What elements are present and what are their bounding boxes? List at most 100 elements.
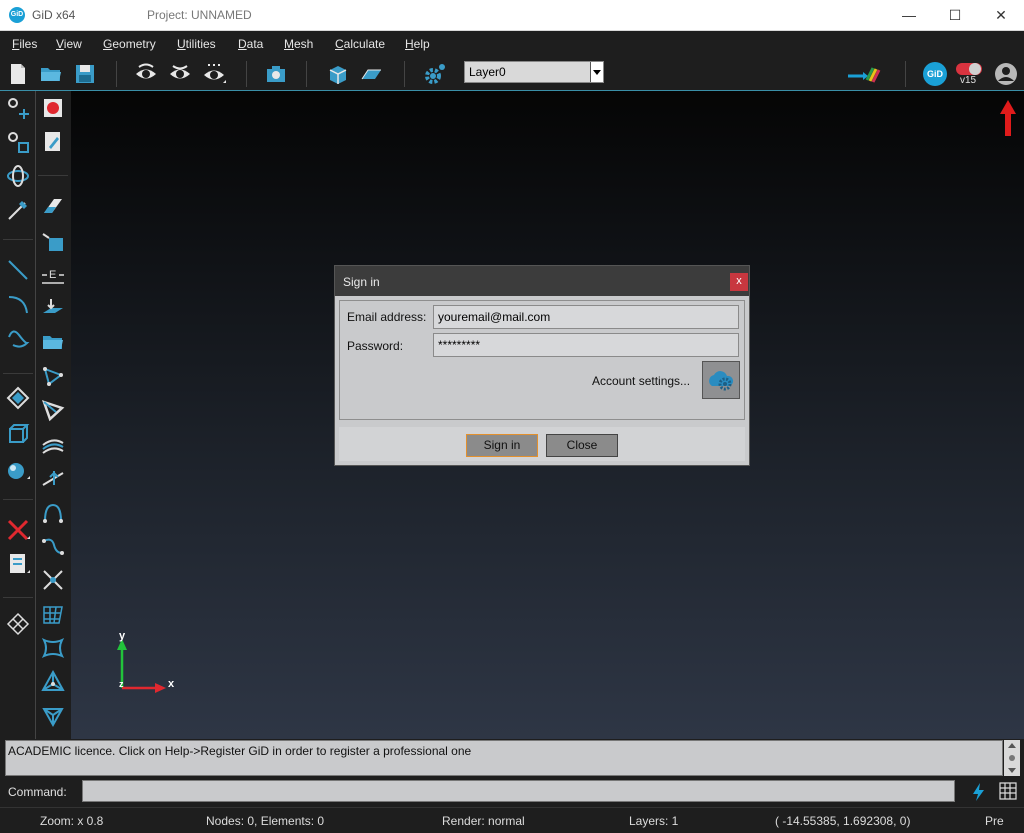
new-file-icon[interactable]: [5, 61, 31, 87]
toolbar-separator: [306, 61, 307, 87]
close-dialog-button[interactable]: Close: [546, 434, 618, 457]
menu-data[interactable]: Data: [238, 37, 263, 51]
tetra-icon[interactable]: [40, 397, 66, 423]
menu-utilities[interactable]: Utilities: [177, 37, 216, 51]
create-volume-icon[interactable]: [5, 421, 31, 447]
list-entities-icon[interactable]: [5, 551, 31, 577]
view-options-icon[interactable]: [201, 61, 227, 87]
toolbox-separator: [3, 499, 33, 500]
create-point-icon[interactable]: [5, 95, 31, 121]
close-window-button[interactable]: ✕: [978, 0, 1024, 31]
menu-files[interactable]: Files: [12, 37, 37, 51]
gid-logo-icon: GiD: [9, 7, 25, 23]
create-arc-icon[interactable]: [5, 291, 31, 317]
chevron-down-icon[interactable]: [590, 62, 603, 82]
command-label: Command:: [8, 785, 67, 799]
spline-icon[interactable]: [40, 533, 66, 559]
camera-icon[interactable]: [263, 61, 289, 87]
axis-y-label: y: [119, 630, 126, 642]
password-field[interactable]: [433, 333, 739, 357]
edit-line-icon[interactable]: [5, 197, 31, 223]
sign-in-button[interactable]: Sign in: [466, 434, 538, 457]
surface-patch-icon[interactable]: [40, 635, 66, 661]
menu-accel: D: [238, 37, 247, 51]
delete-icon[interactable]: [5, 517, 31, 543]
edit-document-icon[interactable]: [40, 129, 66, 155]
maximize-button[interactable]: ☐: [932, 0, 978, 31]
password-label: Password:: [347, 339, 404, 353]
curve-nodes-icon[interactable]: [40, 499, 66, 525]
message-scrollbar[interactable]: [1004, 740, 1020, 776]
surface-grid-icon[interactable]: [40, 601, 66, 627]
toolbox-separator: [3, 597, 33, 598]
gid-badge-icon[interactable]: GiD: [923, 62, 947, 86]
layer-select-value: Layer0: [469, 65, 506, 79]
layer-select[interactable]: Layer0: [464, 61, 604, 83]
menu-view[interactable]: View: [56, 37, 82, 51]
edit-entity-icon[interactable]: E: [40, 261, 66, 287]
sign-in-form: Email address: Password: Account setting…: [339, 300, 745, 420]
toolbar-separator: [116, 61, 117, 87]
menu-geometry[interactable]: Geometry: [103, 37, 156, 51]
mesh-icon[interactable]: [5, 611, 31, 637]
open-folder-icon[interactable]: [40, 329, 66, 355]
transfer-rainbow-icon[interactable]: [846, 61, 884, 87]
svg-text:E: E: [49, 269, 56, 281]
volume-tetra-icon[interactable]: [40, 669, 66, 695]
dialog-close-icon[interactable]: x: [730, 273, 748, 291]
mode-status[interactable]: Pre: [985, 814, 1004, 828]
surface-flag-icon[interactable]: [40, 229, 66, 255]
menu-mesh[interactable]: Mesh: [284, 37, 313, 51]
menu-accel: C: [335, 37, 344, 51]
cloud-settings-icon: [709, 371, 734, 391]
command-input[interactable]: [82, 780, 955, 802]
open-folder-icon[interactable]: [38, 61, 64, 87]
preferences-gear-icon[interactable]: [421, 61, 447, 87]
rotate-view-icon[interactable]: [133, 61, 159, 87]
menu-calculate[interactable]: Calculate: [335, 37, 385, 51]
user-account-icon[interactable]: [993, 61, 1019, 87]
pan-view-icon[interactable]: [167, 61, 193, 87]
email-field[interactable]: [433, 305, 739, 329]
eraser-icon[interactable]: [40, 193, 66, 219]
toolbox-column-separator: [35, 91, 36, 739]
menu-label: ata: [246, 37, 264, 51]
zoom-status: Zoom: x 0.8: [40, 814, 104, 828]
menu-label: eometry: [112, 37, 156, 51]
save-icon[interactable]: [72, 61, 98, 87]
message-log[interactable]: ACADEMIC licence. Click on Help->Registe…: [5, 740, 1003, 776]
axis-z-label: z: [119, 679, 124, 689]
version-label: v15: [960, 75, 977, 86]
email-label: Email address:: [347, 310, 427, 324]
intersect-icon[interactable]: [40, 567, 66, 593]
toolbox-separator: [3, 239, 33, 240]
toolbar-separator: [905, 61, 906, 87]
message-area: ACADEMIC licence. Click on Help->Registe…: [0, 739, 1024, 779]
render-volume-icon[interactable]: [325, 61, 351, 87]
orbit-icon[interactable]: [5, 163, 31, 189]
account-settings-label: Account settings...: [592, 374, 691, 388]
create-line-icon[interactable]: [5, 257, 31, 283]
menu-help[interactable]: Help: [405, 37, 430, 51]
grid-icon[interactable]: [999, 782, 1017, 800]
lightning-icon[interactable]: [970, 782, 988, 802]
volume-mesh-icon[interactable]: [40, 703, 66, 729]
create-object-icon[interactable]: [5, 457, 31, 483]
minimize-button[interactable]: —: [886, 0, 932, 31]
dialog-titlebar[interactable]: Sign in x: [335, 266, 749, 296]
split-line-icon[interactable]: [40, 465, 66, 491]
dialog-button-bar: Sign in Close: [339, 427, 745, 461]
layers-stack-icon[interactable]: [40, 431, 66, 457]
render-status[interactable]: Render: normal: [442, 814, 525, 828]
menu-accel: G: [103, 37, 113, 51]
create-nurbs-icon[interactable]: [5, 325, 31, 351]
record-icon[interactable]: [40, 95, 66, 121]
point-square-icon[interactable]: [5, 129, 31, 155]
render-surface-icon[interactable]: [358, 61, 384, 87]
create-surface-icon[interactable]: [5, 385, 31, 411]
project-title: Project: UNNAMED: [147, 8, 252, 22]
account-settings-button[interactable]: [702, 361, 740, 399]
triangle-nodes-icon[interactable]: [40, 363, 66, 389]
import-surface-icon[interactable]: [40, 295, 66, 321]
dialog-title: Sign in: [343, 275, 380, 289]
